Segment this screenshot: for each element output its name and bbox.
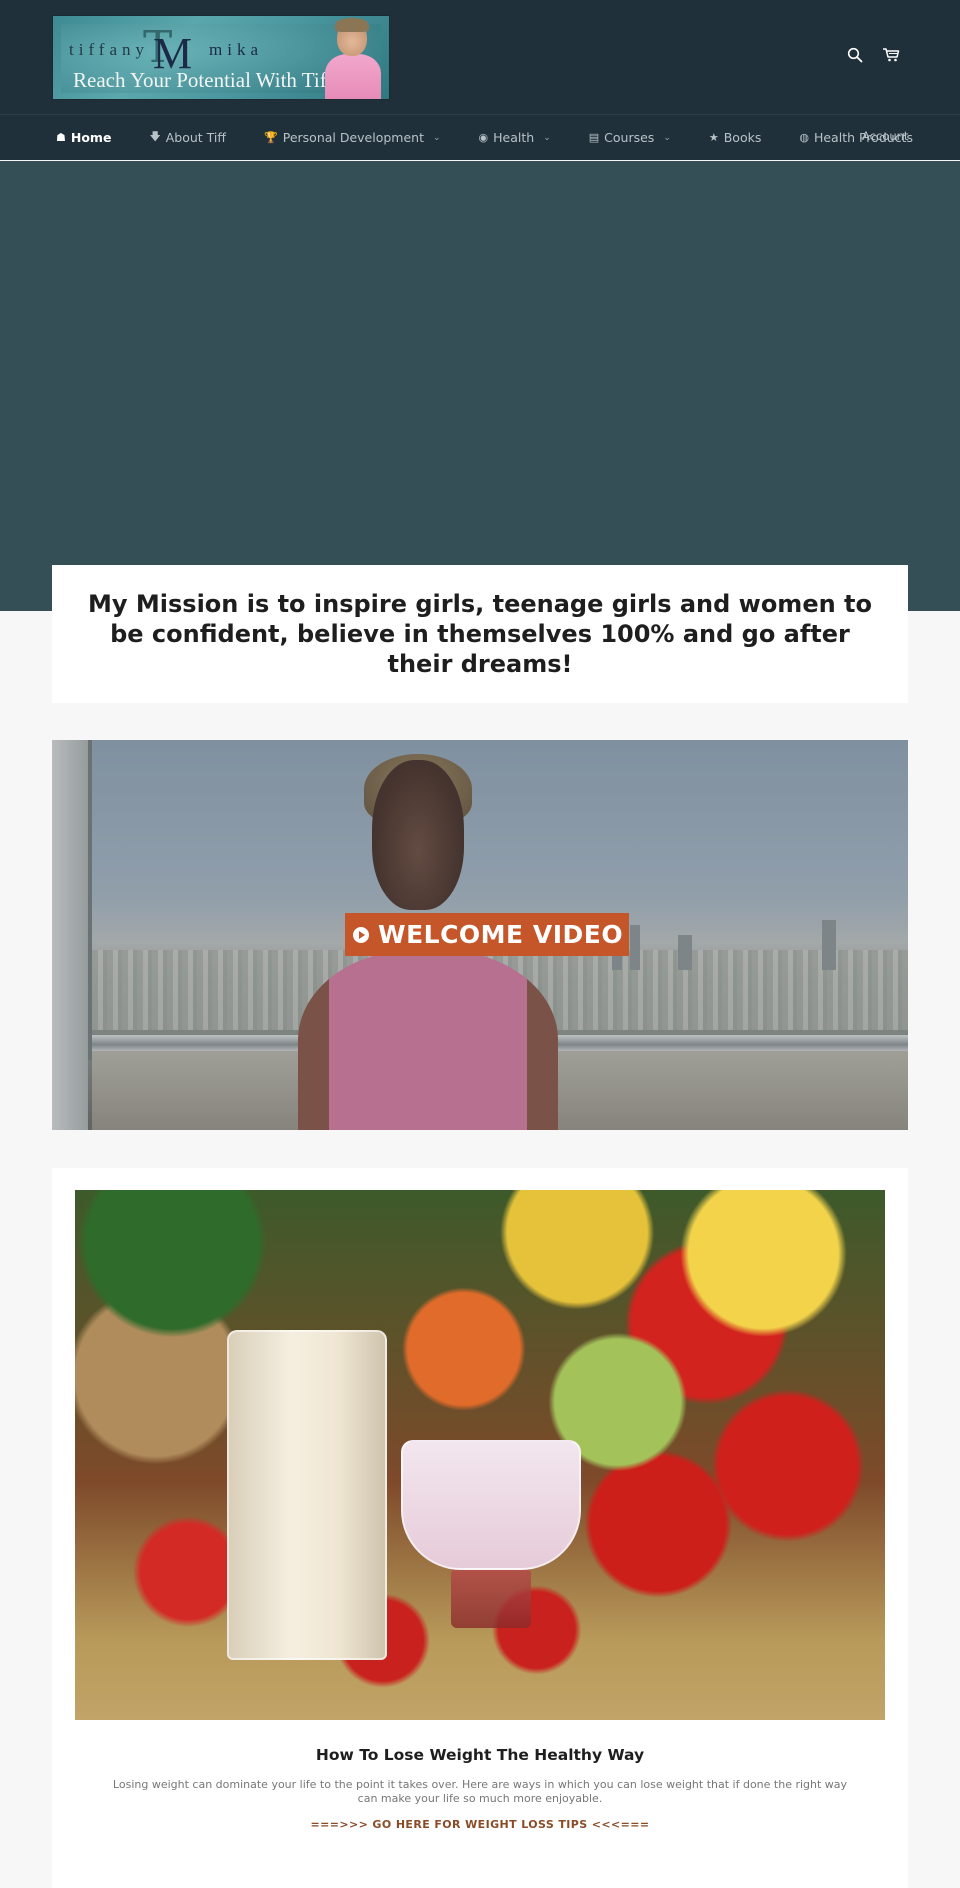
play-circle-icon <box>353 926 369 943</box>
nav-item-courses[interactable]: ▤ Courses ⌄ <box>589 130 671 145</box>
mission-card: My Mission is to inspire girls, teenage … <box>52 565 908 703</box>
article-title[interactable]: How To Lose Weight The Healthy Way <box>52 1746 908 1764</box>
nav-item-label: Courses <box>604 130 655 145</box>
main-nav: ☗ Home 🡇 About Tiff 🏆 Personal Development ⌄ ◉ H… <box>0 115 960 160</box>
hero-banner <box>0 161 960 611</box>
weight-loss-tips-link[interactable]: ===>>> GO HERE FOR WEIGHT LOSS TIPS <<<=… <box>52 1818 908 1831</box>
site-header: tiffany T M mika Reach Your Potential Wi… <box>0 0 960 115</box>
target-icon: ◉ <box>478 131 489 144</box>
article-image[interactable] <box>75 1190 885 1720</box>
nav-item-label: Books <box>723 130 762 145</box>
nav-item-label: Personal Development <box>282 130 424 145</box>
welcome-video-button[interactable]: WELCOME VIDEO <box>345 913 630 956</box>
cart-icon[interactable] <box>882 46 900 64</box>
nav-item-home[interactable]: ☗ Home <box>56 130 111 145</box>
nav-item-label: Health <box>493 130 535 145</box>
star-icon: ★ <box>708 131 719 144</box>
home-icon: ☗ <box>56 131 66 144</box>
logo-tagline: Reach Your Potential With Tiff <box>73 68 334 92</box>
globe-icon: ◍ <box>799 131 809 144</box>
mission-statement: My Mission is to inspire girls, teenage … <box>88 590 872 678</box>
article-image-bowl-stem <box>451 1568 531 1628</box>
arrow-down-icon: 🡇 <box>149 130 161 143</box>
nav-list: ☗ Home 🡇 About Tiff 🏆 Personal Development ⌄ ◉ H… <box>56 115 951 160</box>
logo-portrait <box>323 18 383 99</box>
nav-item-health[interactable]: ◉ Health ⌄ <box>479 130 551 145</box>
logo-first-name: tiffany <box>69 40 150 59</box>
chevron-down-icon[interactable]: ⌄ <box>433 133 441 143</box>
search-icon[interactable] <box>846 46 864 64</box>
nav-item-books[interactable]: ★ Books <box>709 130 762 145</box>
book-icon: ▤ <box>588 131 600 144</box>
nav-item-personal-development[interactable]: 🏆 Personal Development ⌄ <box>264 130 441 145</box>
article-image-milk-glass <box>227 1330 387 1660</box>
nav-item-about-tiff[interactable]: 🡇 About Tiff <box>149 128 226 147</box>
article-image-yogurt-bowl <box>401 1440 581 1570</box>
header-icons <box>846 46 900 64</box>
account-link[interactable]: Account <box>862 129 908 143</box>
chevron-down-icon[interactable]: ⌄ <box>543 133 551 143</box>
chevron-down-icon[interactable]: ⌄ <box>663 133 671 143</box>
welcome-video[interactable]: WELCOME VIDEO <box>52 740 908 1130</box>
nav-item-label: Home <box>70 130 112 145</box>
logo-last-name: mika <box>209 40 263 59</box>
site-logo[interactable]: tiffany T M mika Reach Your Potential Wi… <box>52 15 390 100</box>
trophy-icon: 🏆 <box>264 131 278 144</box>
article-excerpt: Losing weight can dominate your life to … <box>112 1778 848 1805</box>
welcome-video-label: WELCOME VIDEO <box>378 920 624 949</box>
nav-item-label: About Tiff <box>165 130 227 145</box>
article-card: How To Lose Weight The Healthy Way Losin… <box>52 1168 908 1888</box>
